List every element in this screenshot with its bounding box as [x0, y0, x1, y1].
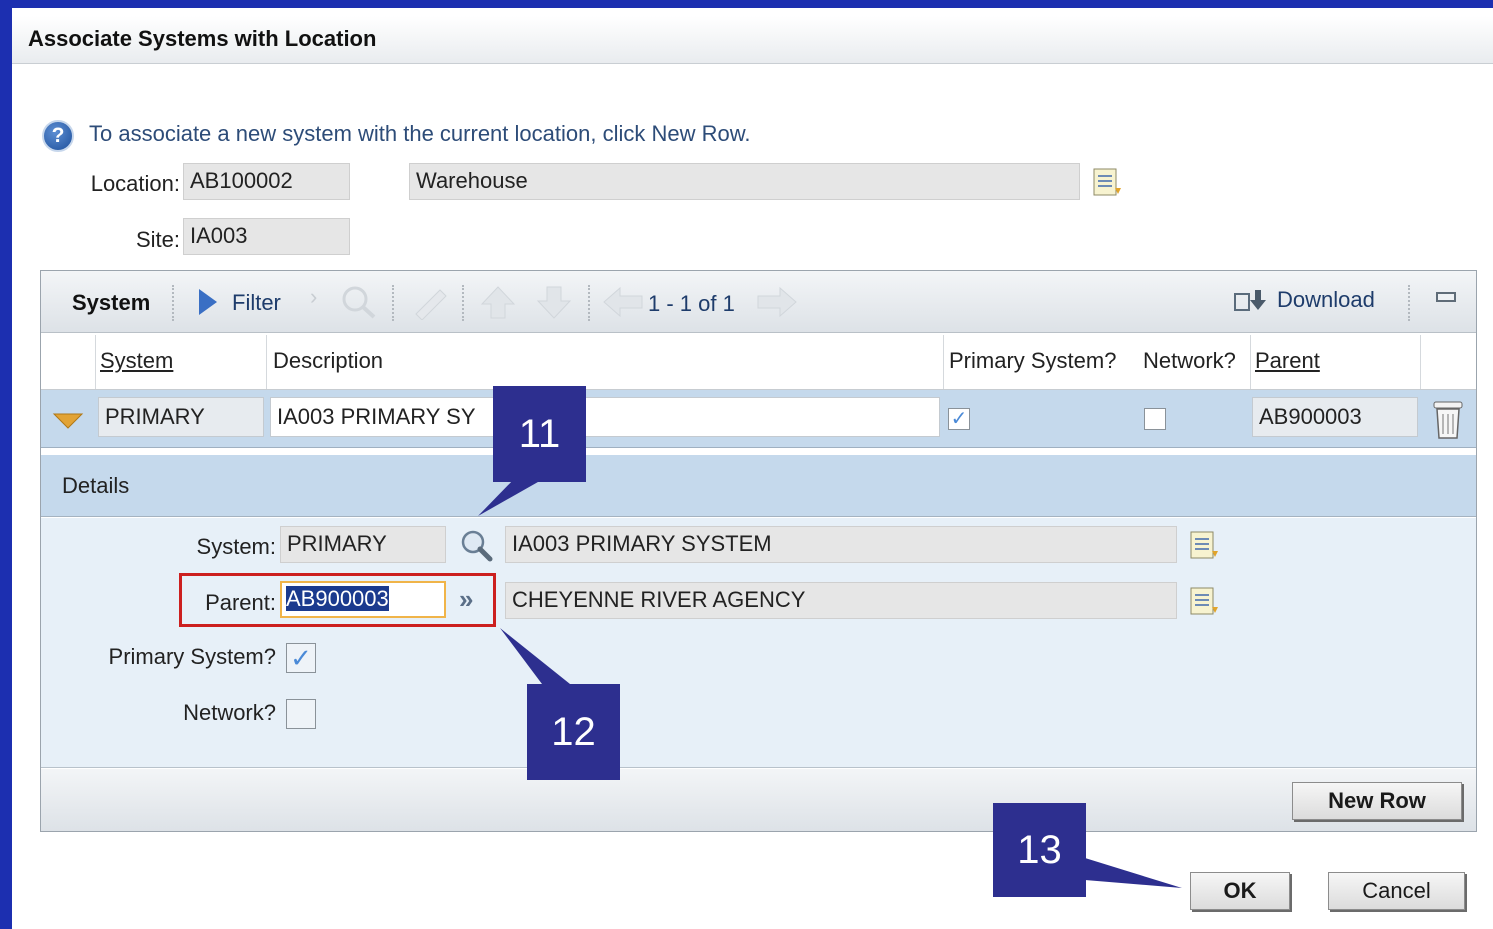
- callout-13: 13: [993, 803, 1086, 897]
- callout-12: 12: [527, 684, 620, 780]
- callout-pointers: [478, 478, 1182, 888]
- callout-11: 11: [493, 386, 586, 482]
